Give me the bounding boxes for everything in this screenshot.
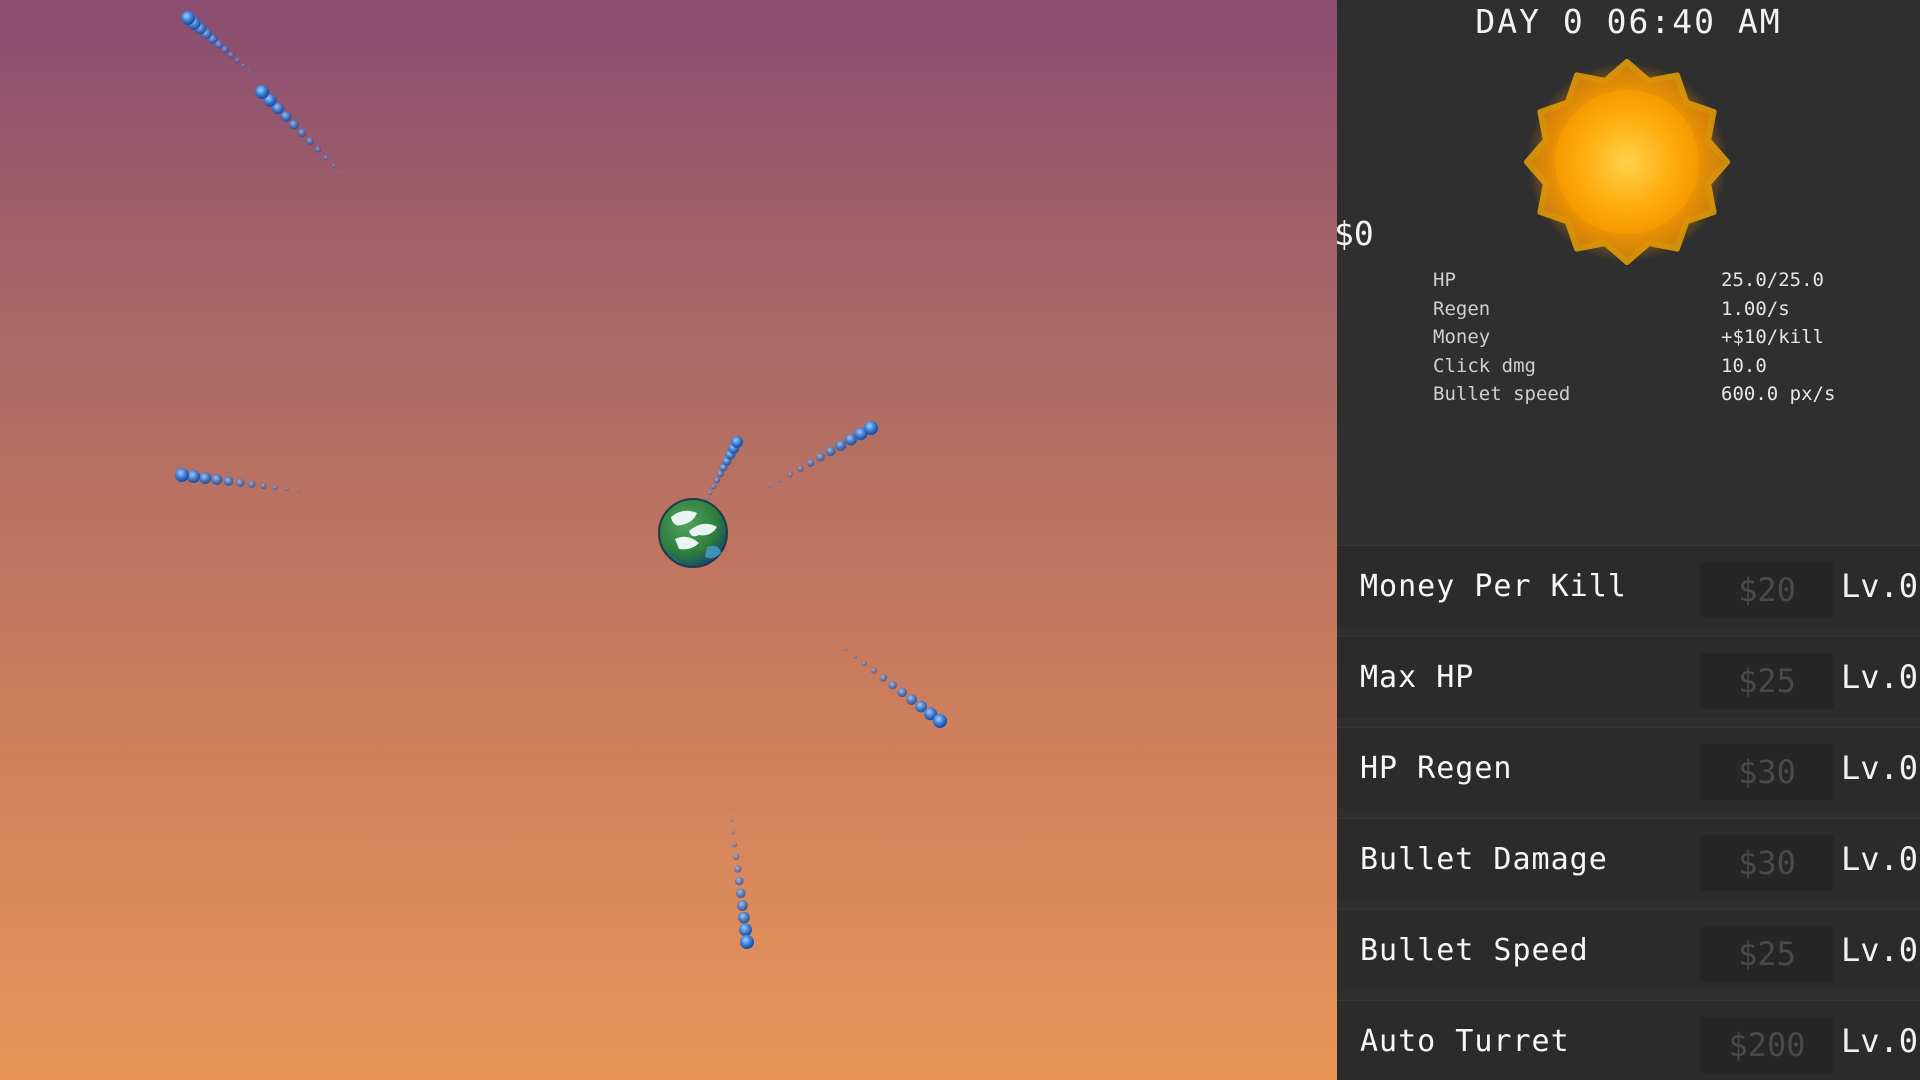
upgrade-list: Money Per Kill $20 Lv.0 Max HP $25 Lv.0 … — [1337, 545, 1920, 1080]
blue-comet-icon[interactable] — [834, 640, 947, 728]
upgrade-level: Lv.0 — [1841, 931, 1919, 969]
upgrade-level: Lv.0 — [1841, 840, 1919, 878]
upgrade-name: HP Regen — [1360, 751, 1513, 786]
earth-planet-icon[interactable] — [658, 498, 728, 568]
enemy-layer[interactable] — [175, 11, 947, 949]
stat-value: 1.00/s — [1721, 297, 1790, 320]
upgrade-auto-turret: Auto Turret $200 Lv.0 — [1337, 1000, 1920, 1080]
stat-value: 10.0 — [1721, 354, 1767, 377]
blue-comet-icon[interactable] — [175, 468, 312, 494]
upgrade-max-hp: Max HP $25 Lv.0 — [1337, 636, 1920, 718]
game-root: DAY 0 06:40 AM HP 25.0/25.0 Regen 1.00/s… — [0, 0, 1920, 1080]
stat-label: Bullet speed — [1433, 383, 1571, 405]
stat-row-hp: HP 25.0/25.0 — [1433, 266, 1903, 295]
blue-comet-icon[interactable] — [255, 85, 352, 184]
upgrade-name: Money Per Kill — [1360, 569, 1627, 604]
blue-comet-icon[interactable] — [758, 421, 878, 494]
upgrade-bullet-damage: Bullet Damage $30 Lv.0 — [1337, 818, 1920, 900]
upgrade-bullet-damage-button[interactable]: $30 — [1700, 835, 1834, 891]
sun-icon — [1524, 59, 1730, 265]
play-field-svg[interactable] — [0, 0, 1337, 1080]
upgrade-money-per-kill-button[interactable]: $20 — [1700, 562, 1834, 618]
upgrade-name: Bullet Speed — [1360, 933, 1589, 968]
money-counter: $0 — [1334, 214, 1374, 253]
stat-value: 600.0 px/s — [1721, 383, 1836, 405]
stat-value: 25.0/25.0 — [1721, 269, 1824, 291]
side-panel: DAY 0 06:40 AM HP 25.0/25.0 Regen 1.00/s… — [1337, 0, 1920, 1080]
upgrade-money-per-kill: Money Per Kill $20 Lv.0 — [1337, 545, 1920, 627]
upgrade-name: Auto Turret — [1360, 1024, 1570, 1059]
upgrade-bullet-speed: Bullet Speed $25 Lv.0 — [1337, 909, 1920, 991]
blue-comet-icon[interactable] — [728, 806, 754, 949]
upgrade-auto-turret-button[interactable]: $200 — [1700, 1017, 1834, 1073]
stat-row-money: Money +$10/kill — [1433, 323, 1903, 352]
upgrade-name: Max HP — [1360, 660, 1475, 695]
stat-row-regen: Regen 1.00/s — [1433, 295, 1903, 324]
stat-label: Money — [1433, 326, 1491, 348]
day-clock-label: DAY 0 06:40 AM — [1475, 2, 1782, 41]
upgrade-level: Lv.0 — [1841, 1022, 1919, 1060]
upgrade-hp-regen-button[interactable]: $30 — [1700, 744, 1834, 800]
upgrade-name: Bullet Damage — [1360, 842, 1608, 877]
upgrade-level: Lv.0 — [1841, 567, 1919, 605]
upgrade-level: Lv.0 — [1841, 658, 1919, 696]
stat-label: Regen — [1433, 297, 1491, 320]
play-area[interactable] — [0, 0, 1337, 1080]
upgrade-hp-regen: HP Regen $30 Lv.0 — [1337, 727, 1920, 809]
stat-label: Click dmg — [1433, 354, 1536, 377]
upgrade-bullet-speed-button[interactable]: $25 — [1700, 926, 1834, 982]
stats-table: HP 25.0/25.0 Regen 1.00/s Money +$10/kil… — [1433, 266, 1903, 409]
upgrade-level: Lv.0 — [1841, 749, 1919, 787]
blue-comet-icon[interactable] — [181, 11, 258, 78]
upgrade-max-hp-button[interactable]: $25 — [1700, 653, 1834, 709]
stat-label: HP — [1433, 269, 1456, 291]
stat-value: +$10/kill — [1721, 326, 1824, 348]
stat-row-bullet-speed: Bullet speed 600.0 px/s — [1433, 380, 1903, 409]
stat-row-click-dmg: Click dmg 10.0 — [1433, 352, 1903, 381]
